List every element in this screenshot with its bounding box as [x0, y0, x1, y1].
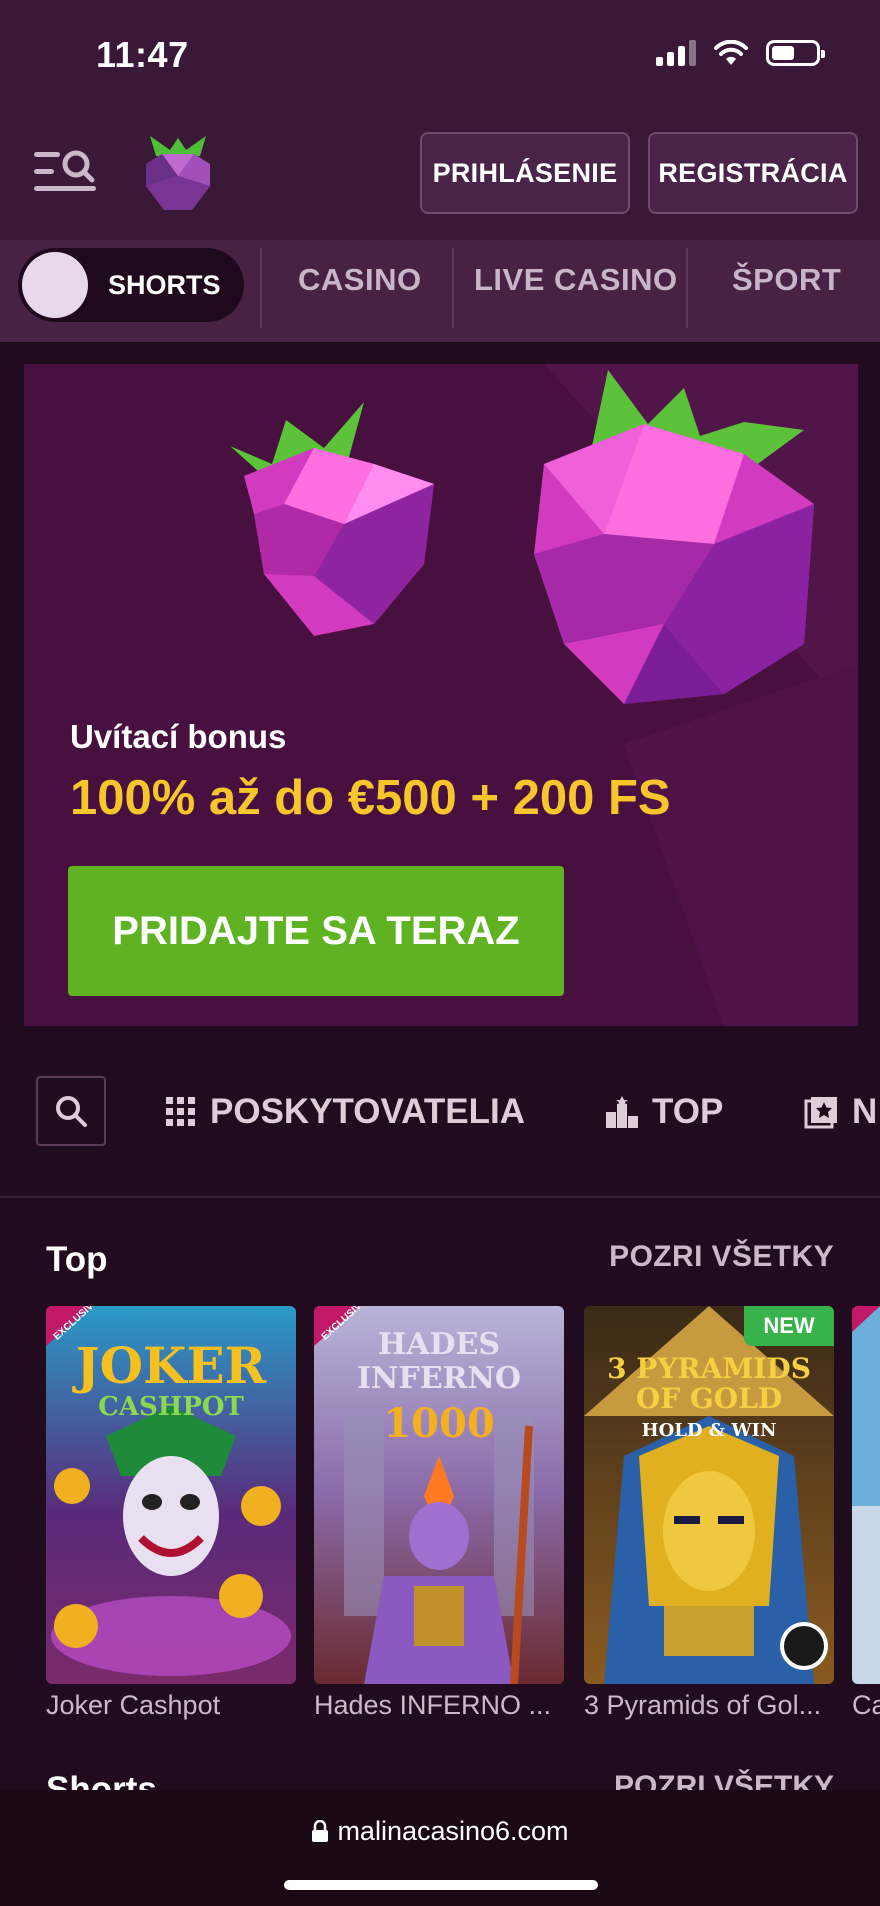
filter-top-label: TOP [652, 1092, 724, 1131]
game-art-title: 3 PYRAMIDS OF GOLD [607, 1352, 811, 1415]
url-display[interactable]: malinacasino6.com [0, 1816, 880, 1847]
bonus-label: Uvítací bonus [70, 718, 287, 755]
game-art-subtitle: CASHPOT [98, 1392, 244, 1422]
raspberry-logo-icon[interactable] [140, 130, 216, 214]
game-card-3-pyramids-of-gold[interactable]: 3 PYRAMIDS OF GOLD HOLD & WIN [584, 1306, 834, 1684]
game-art-title: HADES INFERNO [356, 1327, 522, 1396]
podium-icon [606, 1096, 638, 1128]
bonus-amount: 100% až do €500 + 200 FS [70, 771, 671, 825]
join-now-button[interactable]: PRIDAJTE SA TERAZ [68, 866, 564, 996]
tab-divider [260, 248, 262, 328]
tab-casino[interactable]: CASINO [298, 262, 422, 298]
status-icons [656, 40, 825, 66]
game-name[interactable]: 3 Pyramids of Gol... [584, 1690, 844, 1721]
game-art-subtitle: 1000 [383, 1400, 495, 1447]
lock-icon [312, 1819, 329, 1842]
filter-providers[interactable]: POSKYTOVATELIA [166, 1092, 525, 1132]
register-button[interactable]: REGISTRÁCIA [648, 132, 858, 214]
filter-top[interactable]: TOP [606, 1092, 723, 1132]
filter-new-label: N [852, 1092, 878, 1131]
game-card-hades-inferno[interactable]: EXCLUSIVE HADES INFERNO 1000 [314, 1306, 564, 1684]
tab-divider [452, 248, 454, 328]
wifi-icon [714, 40, 748, 65]
shorts-toggle-label: SHORTS [108, 269, 221, 300]
tab-sport[interactable]: ŠPORT [732, 262, 841, 298]
home-indicator[interactable] [284, 1880, 598, 1890]
section-divider [0, 1196, 880, 1198]
menu-search-icon[interactable] [34, 148, 100, 196]
game-card-partial[interactable] [852, 1306, 880, 1684]
game-name[interactable]: Joker Cashpot [46, 1690, 306, 1721]
game-thumbnail [852, 1306, 880, 1684]
search-icon [56, 1096, 87, 1127]
toggle-knob [22, 252, 88, 318]
game-name[interactable]: Hades INFERNO ... [314, 1690, 574, 1721]
game-name[interactable]: Ca [852, 1690, 880, 1721]
new-badge: NEW [744, 1306, 834, 1346]
game-card-joker-cashpot[interactable]: EXCLUSIVE JOKER CASHPOT [46, 1306, 296, 1684]
login-button[interactable]: PRIHLÁSENIE [420, 132, 630, 214]
url-text: malinacasino6.com [337, 1816, 569, 1846]
section-title-top: Top [46, 1240, 108, 1279]
grid-icon [166, 1097, 195, 1126]
game-art-subtitle: HOLD & WIN [641, 1420, 777, 1441]
game-search-button[interactable] [36, 1076, 106, 1146]
shorts-toggle[interactable]: SHORTS [18, 248, 244, 322]
signal-icon [656, 40, 696, 66]
see-all-top-link[interactable]: POZRI VŠETKY [609, 1240, 834, 1274]
status-time: 11:47 [96, 34, 189, 75]
star-box-icon [804, 1097, 837, 1129]
filter-new[interactable]: N [804, 1092, 877, 1132]
tab-divider [686, 248, 688, 328]
filter-providers-label: POSKYTOVATELIA [210, 1092, 526, 1131]
game-art-title: JOKER [75, 1336, 267, 1395]
tab-live-casino[interactable]: LIVE CASINO [474, 262, 678, 298]
battery-icon [766, 40, 825, 66]
